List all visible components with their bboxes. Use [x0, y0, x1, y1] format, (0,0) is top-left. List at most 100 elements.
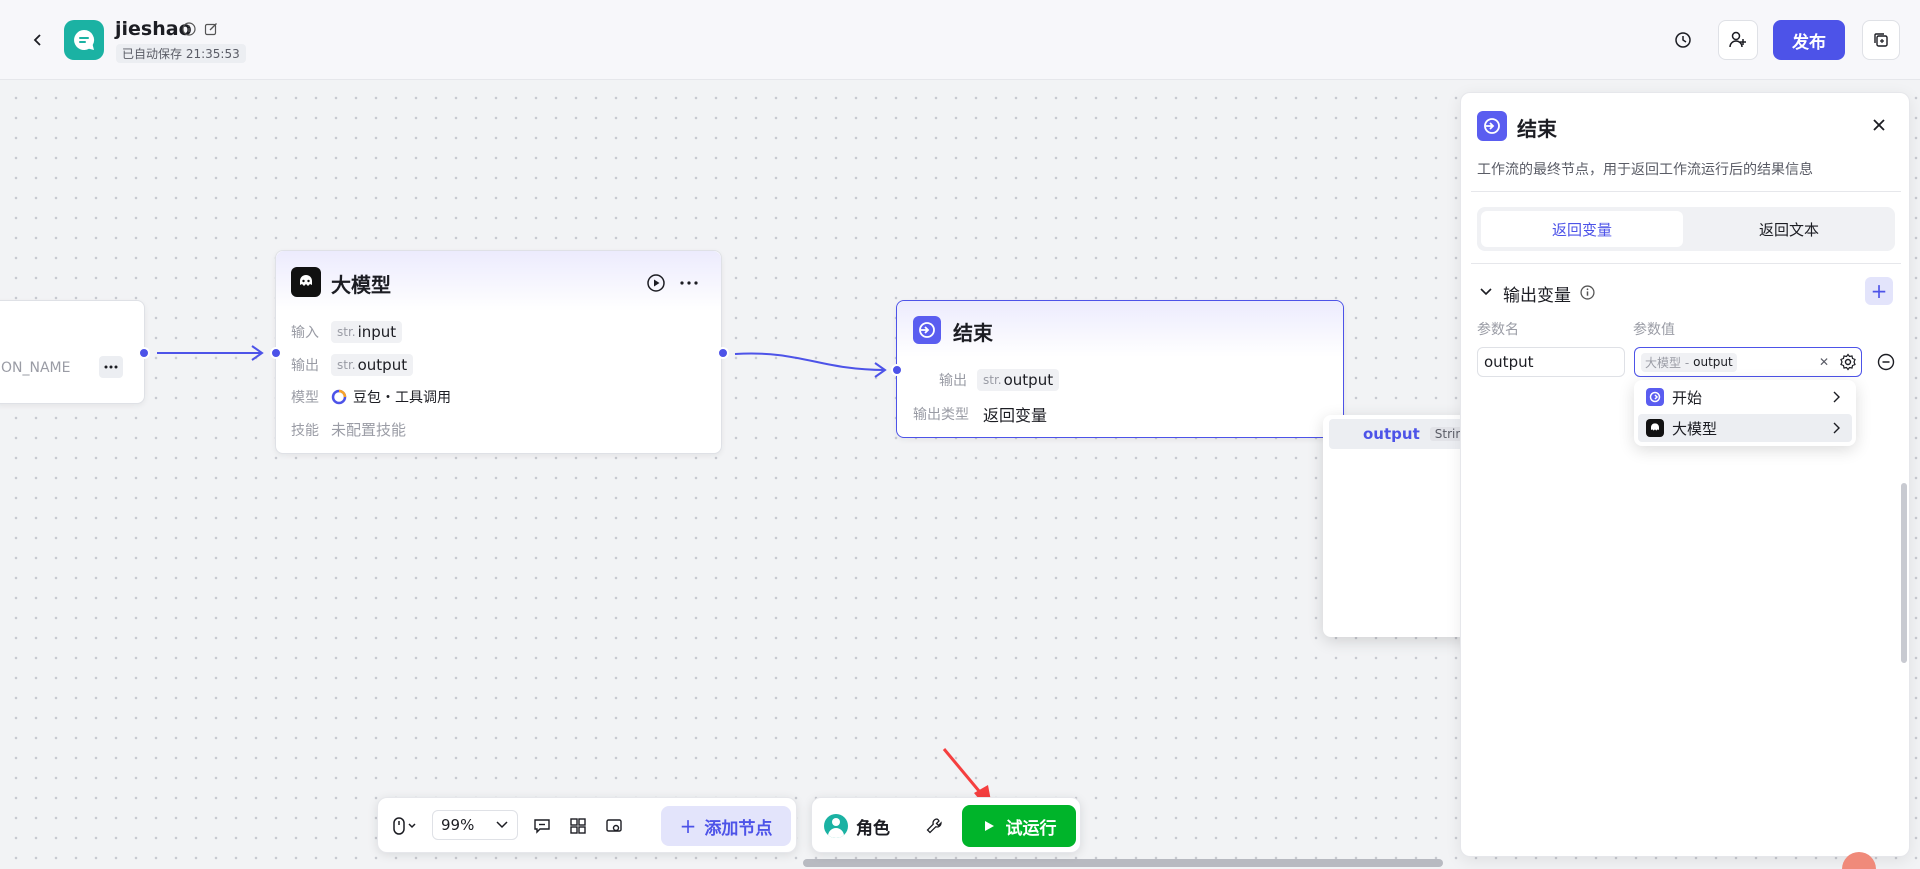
- minimap-icon: [606, 819, 622, 832]
- chevron-left-icon: [33, 34, 41, 46]
- test-run-button[interactable]: 试运行: [962, 805, 1076, 847]
- add-variable-button[interactable]: +: [1865, 277, 1893, 305]
- chat-icon: [74, 29, 95, 50]
- layout-button[interactable]: [564, 812, 592, 840]
- doubao-logo-icon: [331, 389, 347, 405]
- panel-scrollbar[interactable]: [1901, 483, 1907, 663]
- collaborators-button[interactable]: [1718, 20, 1758, 60]
- section-info-icon[interactable]: [1578, 283, 1596, 301]
- start-node-icon: [1646, 388, 1664, 406]
- tab-return-text[interactable]: 返回文本: [1687, 211, 1891, 247]
- comment-button[interactable]: [528, 812, 556, 840]
- model-value: 豆包・工具调用: [353, 390, 451, 406]
- comment-icon: [534, 819, 550, 834]
- end-node[interactable]: 结束 输出 str. output 输出类型 返回变量: [896, 300, 1344, 438]
- remove-variable-button[interactable]: [1875, 351, 1897, 373]
- robot-icon: [300, 275, 312, 286]
- menu-item-label: 开始: [1672, 388, 1703, 407]
- ellipsis-icon: [680, 281, 698, 285]
- gear-icon[interactable]: [1839, 353, 1857, 371]
- test-run-label: 试运行: [1005, 818, 1057, 839]
- close-panel-button[interactable]: [1867, 113, 1891, 137]
- play-circle-icon: [647, 274, 665, 292]
- info-icon[interactable]: [180, 20, 198, 38]
- minimap-button[interactable]: [600, 812, 628, 840]
- publish-label: 发布: [1792, 32, 1826, 53]
- param-name-input[interactable]: output: [1477, 347, 1625, 377]
- column-header-name: 参数名: [1477, 322, 1519, 338]
- start-node[interactable]: ON_NAME: [0, 300, 145, 404]
- back-button[interactable]: [26, 28, 50, 52]
- menu-item-label: 大模型: [1672, 419, 1718, 438]
- copy-button[interactable]: [1862, 20, 1900, 60]
- role-avatar-icon: [824, 814, 848, 838]
- horizontal-scrollbar[interactable]: [803, 859, 1443, 867]
- output-param-name: output: [1003, 371, 1054, 389]
- add-node-label: 添加节点: [704, 818, 773, 839]
- more-button[interactable]: [99, 356, 123, 378]
- section-title: 输出变量: [1503, 286, 1571, 306]
- end-node-panel: 结束 工作流的最终节点，用于返回工作流运行后的结果信息 返回变量 返回文本 输出…: [1460, 92, 1910, 857]
- app-logo: [64, 20, 104, 60]
- interaction-mode-button[interactable]: [386, 812, 424, 840]
- top-bar: jieshao 已自动保存 21:35:53 发布: [0, 0, 1920, 80]
- start-node-param: ON_NAME: [1, 360, 71, 376]
- llm-node[interactable]: 大模型 输入 str. input 输出 str. output 模型 豆包・工具调…: [275, 250, 722, 454]
- exit-icon: [1484, 118, 1500, 134]
- edges: [157, 345, 887, 378]
- plus-icon: +: [679, 814, 697, 838]
- menu-item-llm[interactable]: 大模型: [1638, 414, 1852, 442]
- end-node-icon: [913, 316, 941, 344]
- column-header-value: 参数值: [1633, 322, 1675, 338]
- skill-value: 未配置技能: [331, 421, 407, 439]
- run-node-button[interactable]: [644, 271, 668, 295]
- return-mode-tabs: 返回变量 返回文本: [1477, 207, 1895, 251]
- zoom-value: 99%: [441, 816, 475, 834]
- output-label: 输出: [939, 373, 967, 389]
- end-node-title: 结束: [953, 321, 993, 345]
- exit-icon: [919, 322, 935, 338]
- debug-tools-button[interactable]: [920, 812, 948, 840]
- play-icon: [984, 821, 994, 831]
- llm-node-output-port[interactable]: [717, 347, 729, 359]
- input-param-name: input: [357, 323, 397, 341]
- more-button[interactable]: [677, 271, 701, 295]
- tab-return-variables[interactable]: 返回变量: [1481, 211, 1683, 247]
- end-node-input-port[interactable]: [891, 364, 903, 376]
- add-node-button[interactable]: + 添加节点: [661, 806, 791, 846]
- autosave-badge: 已自动保存 21:35:53: [116, 44, 246, 63]
- role-label: 角色: [856, 818, 890, 839]
- collapse-section-button[interactable]: [1477, 283, 1495, 301]
- param-value-selector[interactable]: 大模型 - output ✕: [1634, 347, 1862, 377]
- type-prefix: str.: [337, 325, 356, 339]
- chevron-right-icon: [1833, 391, 1840, 403]
- start-node-output-port[interactable]: [138, 347, 150, 359]
- history-button[interactable]: [1668, 28, 1698, 52]
- history-icon: [1675, 32, 1691, 48]
- type-prefix: str.: [983, 373, 1002, 387]
- llm-node-input-port[interactable]: [270, 347, 282, 359]
- param-value-chip: 大模型 - output: [1641, 352, 1737, 372]
- canvas-toolbar: 99% + 添加节点: [377, 797, 797, 853]
- input-param-tag: str. input: [331, 321, 403, 343]
- edit-icon[interactable]: [202, 20, 220, 38]
- clear-icon[interactable]: ✕: [1819, 355, 1829, 369]
- copy-icon: [1874, 33, 1888, 47]
- plus-icon: +: [1870, 279, 1888, 303]
- wrench-icon: [926, 818, 942, 834]
- publish-button[interactable]: 发布: [1773, 20, 1845, 60]
- panel-title: 结束: [1517, 117, 1557, 141]
- input-label: 输入: [291, 325, 319, 341]
- menu-item-start[interactable]: 开始: [1638, 383, 1852, 411]
- zoom-select[interactable]: 99%: [432, 810, 518, 840]
- panel-divider: [1471, 191, 1901, 192]
- users-icon: [1729, 31, 1746, 48]
- param-value-var: output: [1693, 355, 1733, 369]
- model-label: 模型: [291, 390, 319, 406]
- robot-icon: [1646, 419, 1664, 437]
- panel-description: 工作流的最终节点，用于返回工作流运行后的结果信息: [1477, 162, 1813, 178]
- chevron-down-icon: [1480, 288, 1492, 296]
- role-button[interactable]: 角色: [824, 810, 890, 842]
- output-label: 输出: [291, 358, 319, 374]
- variable-option-name: output: [1363, 425, 1420, 443]
